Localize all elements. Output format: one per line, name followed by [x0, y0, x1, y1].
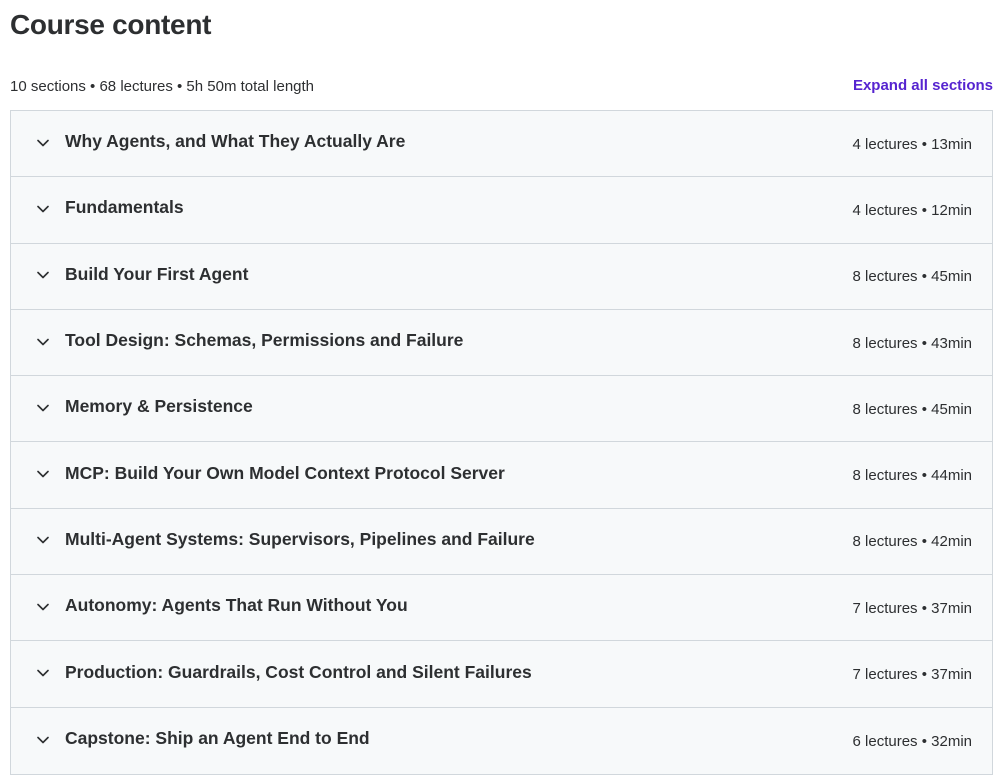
section-meta: 4 lectures • 13min — [852, 135, 972, 153]
section-meta: 8 lectures • 43min — [852, 334, 972, 352]
course-summary: 10 sections • 68 lectures • 5h 50m total… — [10, 78, 315, 95]
section-row[interactable]: Fundamentals 4 lectures • 12min — [11, 177, 992, 244]
page-title: Course content — [10, 9, 212, 40]
expand-all-sections-button[interactable]: Expand all sections — [853, 77, 993, 94]
section-title: Build Your First Agent — [65, 263, 249, 284]
section-meta: 8 lectures • 44min — [852, 467, 972, 485]
section-meta: 8 lectures • 45min — [852, 268, 972, 286]
section-row[interactable]: Memory & Persistence 8 lectures • 45min — [11, 376, 992, 443]
section-row[interactable]: Build Your First Agent 8 lectures • 45min — [11, 243, 992, 310]
chevron-down-icon — [36, 733, 50, 747]
section-row[interactable]: Why Agents, and What They Actually Are 4 … — [11, 111, 992, 178]
section-meta: 4 lectures • 12min — [852, 201, 972, 219]
section-title: Multi-Agent Systems: Supervisors, Pipeli… — [65, 528, 535, 549]
section-title: Autonomy: Agents That Run Without You — [65, 595, 408, 616]
section-row[interactable]: Multi-Agent Systems: Supervisors, Pipeli… — [11, 508, 992, 576]
chevron-down-icon — [36, 666, 50, 680]
section-row[interactable]: Autonomy: Agents That Run Without You 7 l… — [11, 575, 992, 642]
section-meta: 7 lectures • 37min — [852, 666, 972, 684]
chevron-down-icon — [36, 202, 50, 216]
section-row[interactable]: Capstone: Ship an Agent End to End 6 lect… — [11, 707, 992, 774]
section-meta: 6 lectures • 32min — [852, 732, 972, 750]
section-meta: 8 lectures • 45min — [852, 400, 972, 418]
sections-list: Why Agents, and What They Actually Are 4 … — [10, 110, 993, 775]
section-meta: 7 lectures • 37min — [852, 599, 972, 617]
chevron-down-icon — [36, 136, 50, 150]
section-row[interactable]: MCP: Build Your Own Model Context Protoc… — [11, 442, 992, 509]
section-title: Why Agents, and What They Actually Are — [65, 131, 406, 152]
section-title: Production: Guardrails, Cost Control and… — [65, 661, 532, 682]
section-title: Fundamentals — [65, 197, 184, 218]
section-meta: 8 lectures • 42min — [852, 533, 972, 551]
chevron-down-icon — [36, 335, 50, 349]
chevron-down-icon — [36, 401, 50, 415]
section-row[interactable]: Tool Design: Schemas, Permissions and Fa… — [11, 309, 992, 377]
section-row[interactable]: Production: Guardrails, Cost Control and… — [11, 641, 992, 708]
section-title: Memory & Persistence — [65, 396, 253, 417]
chevron-down-icon — [36, 467, 50, 481]
chevron-down-icon — [36, 533, 50, 547]
course-content-panel: Course content 10 sections • 68 lectures… — [0, 0, 1000, 782]
section-title: Capstone: Ship an Agent End to End — [65, 728, 370, 749]
chevron-down-icon — [36, 600, 50, 614]
chevron-down-icon — [36, 268, 50, 282]
section-title: Tool Design: Schemas, Permissions and Fa… — [65, 330, 464, 351]
section-title: MCP: Build Your Own Model Context Protoc… — [65, 462, 505, 483]
